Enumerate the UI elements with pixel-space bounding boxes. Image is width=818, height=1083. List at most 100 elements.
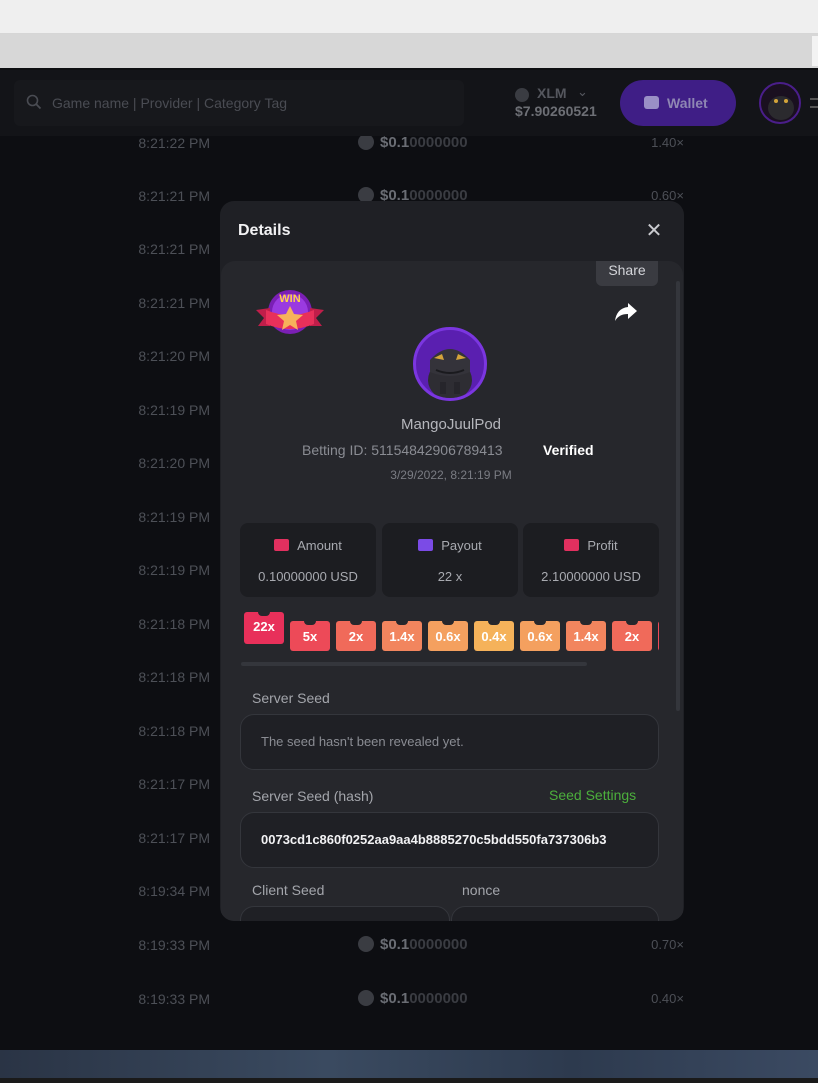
stat-value: 22 x (437, 569, 463, 584)
xlm-coin-icon (515, 88, 529, 102)
browser-top-strip (0, 0, 818, 34)
stat-value: 0.10000000 USD (258, 569, 358, 584)
bet-time: 8:21:17 PM (138, 776, 210, 792)
bet-amount-main: $0.1 (380, 990, 410, 1007)
bet-amount-main: $0.1 (380, 134, 410, 151)
nonce-field[interactable] (451, 906, 659, 921)
server-seed-value: The seed hasn't been revealed yet. (261, 734, 464, 749)
multiplier-label: 5x (302, 629, 318, 644)
wallet-icon (644, 96, 659, 109)
multiplier-label: 2x (348, 629, 364, 644)
stat-payout: Payout 22 x (382, 523, 518, 597)
multiplier-chip: 2x (336, 621, 376, 651)
wallet-label: Wallet (667, 95, 708, 111)
server-seed-hash-field[interactable]: 0073cd1c860f0252aa9aa4b8885270c5bdd550fa… (240, 812, 659, 868)
chevron-down-icon: ⌄ (577, 84, 588, 99)
bet-amount-decimals: 0000000 (409, 936, 468, 953)
multiplier-label: 1.4x (389, 629, 415, 644)
bet-time: 8:21:21 PM (138, 295, 210, 311)
coin-icon (358, 134, 374, 150)
multiplier-chip: 2x (612, 621, 652, 651)
win-badge-text: WIN (279, 293, 300, 305)
close-icon[interactable]: ✕ (643, 220, 665, 242)
share-tooltip: Share (596, 261, 658, 286)
nonce-label: nonce (462, 882, 501, 898)
bet-time: 8:21:20 PM (138, 455, 210, 471)
multiplier-label: 1.4x (573, 629, 599, 644)
details-card: WIN Share MangoJuulPod Betting ID: 51154… (221, 261, 683, 921)
bet-time: 8:21:22 PM (138, 135, 210, 151)
multiplier-label: 0.6x (435, 629, 461, 644)
betting-id: Betting ID: 51154842906789413 (302, 442, 503, 458)
multiplier-chip: 1.4x (566, 621, 606, 651)
bet-time: 8:21:19 PM (138, 509, 210, 525)
multiplier-label: 2x (624, 629, 640, 644)
multiplier-row[interactable]: 22x 5x 2x 1.4x 0.6x 0.4x 0.6x 1.4x 2x 5x (241, 611, 659, 655)
seed-settings-link[interactable]: Seed Settings (549, 787, 636, 803)
coin-icon (358, 990, 374, 1006)
card-icon (418, 539, 434, 551)
client-seed-field[interactable] (240, 906, 450, 921)
server-seed-label: Server Seed (252, 690, 330, 706)
user-avatar-menu[interactable] (759, 82, 801, 124)
chip-notch (258, 612, 270, 616)
user-avatar (413, 327, 487, 401)
multiplier-scrollbar[interactable] (241, 662, 587, 666)
avatar-image (428, 349, 472, 398)
bet-row[interactable]: 8:21:22 PM $0.10000000 1.40× (0, 134, 818, 189)
server-seed-field[interactable]: The seed hasn't been revealed yet. (240, 714, 659, 770)
chip-notch (580, 621, 592, 625)
browser-bar (0, 34, 818, 68)
taskbar-line (0, 1078, 818, 1083)
multiplier-label: 0.4x (481, 629, 507, 644)
details-modal: Details ✕ WIN Share MangoJuulPod Betting… (220, 201, 684, 921)
search-bar[interactable]: Game name | Provider | Category Tag (14, 80, 464, 126)
bet-multiplier: 1.40× (651, 135, 684, 150)
stat-amount: Amount 0.10000000 USD (240, 523, 376, 597)
multiplier-chip: 0.6x (520, 621, 560, 651)
stat-profit: Profit 2.10000000 USD (523, 523, 659, 597)
win-badge-icon: WIN (256, 290, 324, 334)
bet-amount: $0.10000000 (358, 936, 468, 953)
avatar-image (768, 96, 794, 120)
bet-row[interactable]: 8:19:33 PM $0.10000000 0.40× (0, 990, 818, 1045)
bet-amount-main: $0.1 (380, 936, 410, 953)
bet-row[interactable]: 8:19:33 PM $0.10000000 0.70× (0, 936, 818, 991)
currency-selector[interactable]: XLM ⌄ $7.90260521 (515, 84, 610, 124)
bet-time: 8:21:18 PM (138, 723, 210, 739)
bet-multiplier: 0.70× (651, 937, 684, 952)
bet-time: 8:21:19 PM (138, 402, 210, 418)
multiplier-chip: 1.4x (382, 621, 422, 651)
multiplier-chip: 5x (658, 621, 659, 651)
taskbar-strip (0, 1050, 818, 1083)
stat-label: Profit (587, 538, 618, 553)
share-icon[interactable] (614, 301, 638, 323)
server-seed-hash-value: 0073cd1c860f0252aa9aa4b8885270c5bdd550fa… (261, 832, 607, 847)
stat-label: Payout (441, 538, 482, 553)
modal-scrollbar[interactable] (676, 281, 680, 711)
bet-time: 8:19:34 PM (138, 883, 210, 899)
client-seed-label: Client Seed (252, 882, 325, 898)
stat-profit-label-row: Profit (523, 538, 659, 553)
bet-amount-decimals: 0000000 (409, 990, 468, 1007)
chip-notch (442, 621, 454, 625)
bet-time: 8:21:18 PM (138, 669, 210, 685)
screen: 8:21:22 PM $0.10000000 1.40× 8:21:21 PM $0.1… (0, 0, 818, 1083)
verified-status[interactable]: Verified (543, 442, 594, 458)
multiplier-label: 22x (253, 619, 275, 634)
chip-notch (534, 621, 546, 625)
app-header: Game name | Provider | Category Tag XLM … (0, 70, 818, 136)
bet-amount: $0.10000000 (358, 990, 468, 1007)
bet-date: 3/29/2022, 8:21:19 PM (390, 468, 512, 482)
modal-title: Details (238, 222, 291, 239)
wallet-button[interactable]: Wallet (620, 80, 736, 126)
bet-amount: $0.10000000 (358, 134, 468, 151)
modal-scroll-area[interactable]: WIN Share MangoJuulPod Betting ID: 51154… (220, 261, 684, 921)
balance: $7.90260521 (515, 103, 597, 119)
coin-icon (358, 936, 374, 952)
chip-notch (396, 621, 408, 625)
bet-time: 8:21:21 PM (138, 188, 210, 204)
menu-icon[interactable] (810, 98, 818, 108)
stat-payout-label-row: Payout (382, 538, 518, 553)
stat-value: 2.10000000 USD (541, 569, 641, 584)
